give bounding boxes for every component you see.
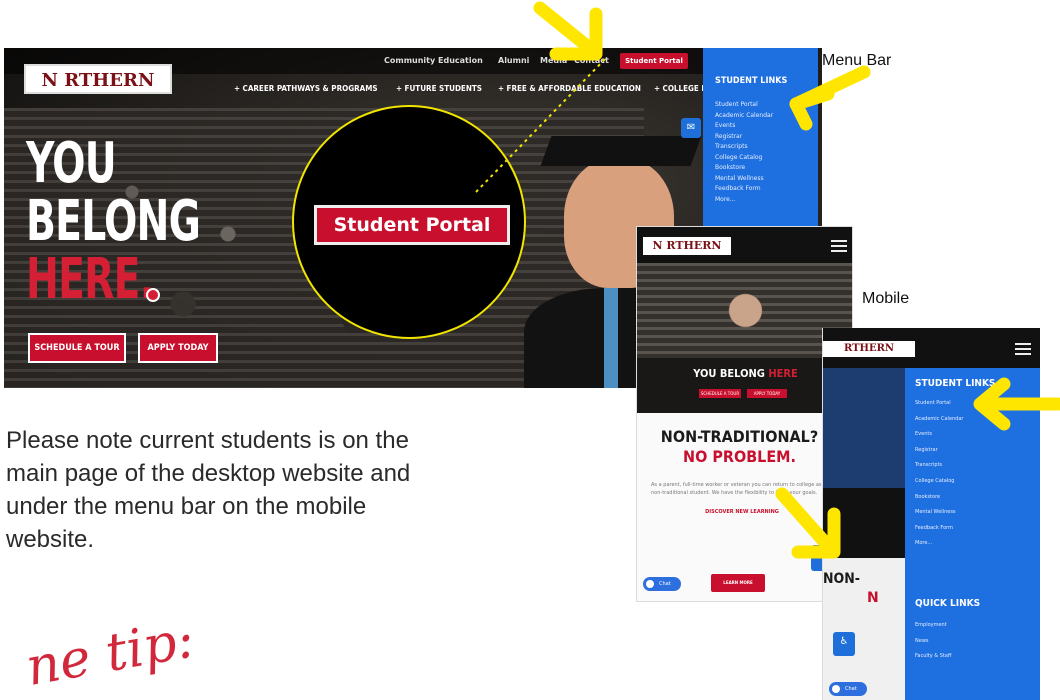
arrow-icon [775,487,841,559]
arrow-icon [973,377,1060,431]
arrow-icon [533,1,603,61]
arrow-icon [789,65,871,131]
annotation-overlay [475,1,1060,559]
magnifier-connector-line [475,57,607,193]
